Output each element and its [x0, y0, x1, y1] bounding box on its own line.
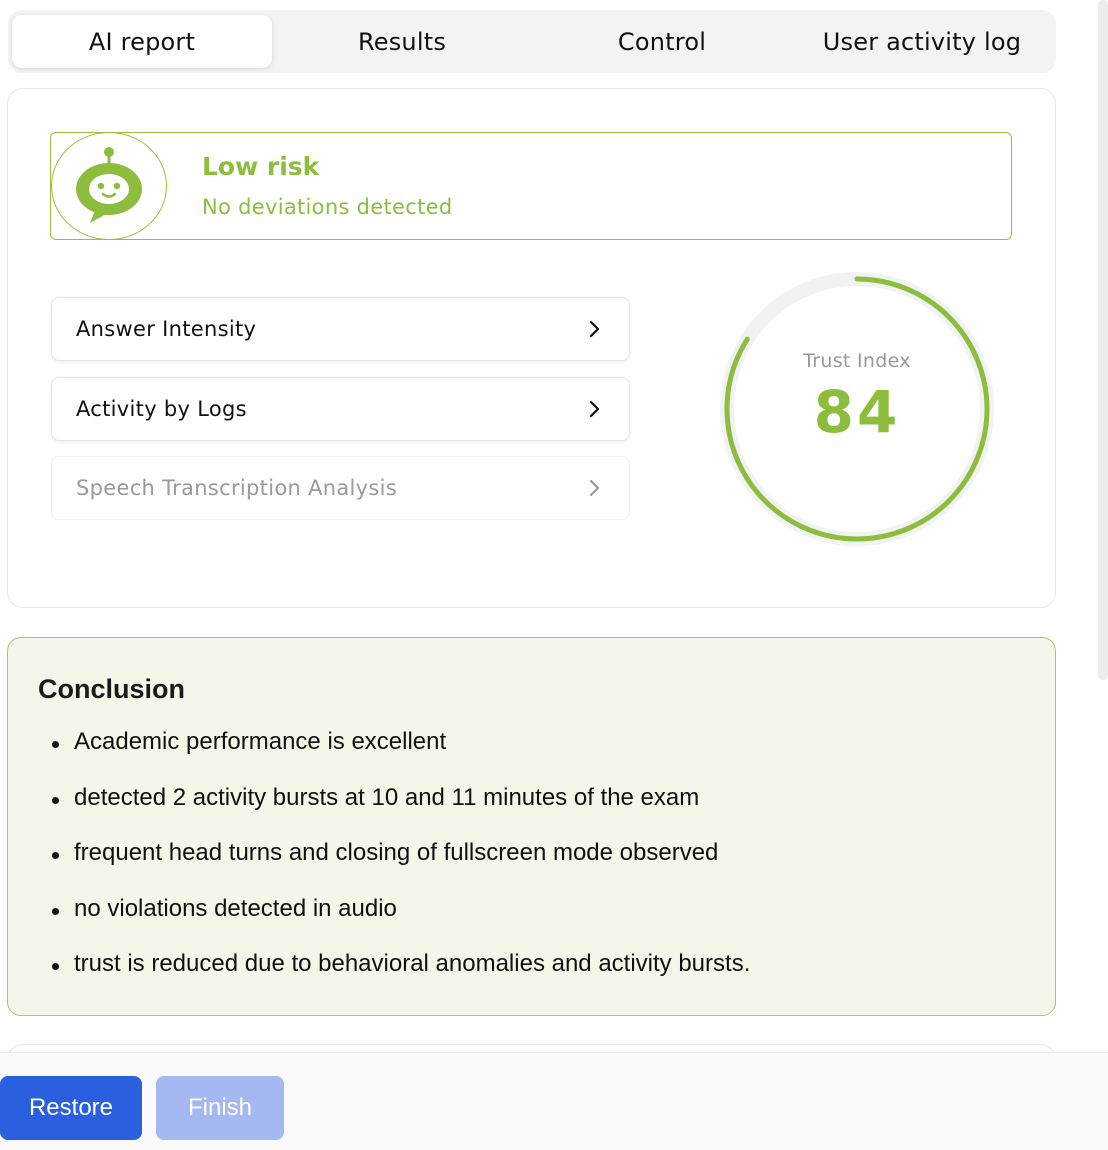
metric-speech-transcription-analysis[interactable]: Speech Transcription Analysis [51, 456, 630, 520]
metric-activity-by-logs[interactable]: Activity by Logs [51, 377, 630, 441]
chevron-right-icon [589, 400, 600, 418]
list-item: trust is reduced due to behavioral anoma… [52, 950, 750, 1006]
risk-level-title: Low risk [202, 152, 320, 181]
conclusion-title: Conclusion [38, 674, 185, 704]
finish-button[interactable]: Finish [156, 1076, 284, 1140]
list-item: Academic performance is excellent [52, 728, 750, 784]
conclusion-list: Academic performance is excellent detect… [52, 728, 750, 1006]
metric-label: Activity by Logs [76, 397, 247, 421]
risk-banner [50, 132, 1012, 240]
list-item: detected 2 activity bursts at 10 and 11 … [52, 784, 750, 840]
trust-index-label: Trust Index [803, 350, 911, 372]
ai-report-page: AI report Results Control User activity … [0, 0, 1108, 1150]
list-item: frequent head turns and closing of fulls… [52, 839, 750, 895]
robot-chat-icon [75, 147, 142, 223]
risk-level-subtitle: No deviations detected [202, 195, 453, 219]
robot-avatar [50, 132, 167, 240]
tab-results[interactable]: Results [272, 15, 532, 68]
list-item: no violations detected in audio [52, 895, 750, 951]
restore-button[interactable]: Restore [0, 1076, 142, 1140]
tab-bar: AI report Results Control User activity … [8, 10, 1056, 73]
tab-user-activity-log[interactable]: User activity log [792, 15, 1052, 68]
metric-label: Speech Transcription Analysis [76, 476, 397, 500]
metric-answer-intensity[interactable]: Answer Intensity [51, 297, 630, 361]
scrollbar[interactable] [1098, 0, 1108, 680]
metric-label: Answer Intensity [76, 317, 257, 341]
chevron-right-icon [589, 320, 600, 338]
tab-control[interactable]: Control [532, 15, 792, 68]
chevron-right-icon [589, 479, 600, 497]
trust-index-value: 84 [813, 378, 901, 446]
conclusion-panel: Conclusion Academic performance is excel… [7, 637, 1056, 1016]
tab-ai-report[interactable]: AI report [12, 15, 272, 68]
